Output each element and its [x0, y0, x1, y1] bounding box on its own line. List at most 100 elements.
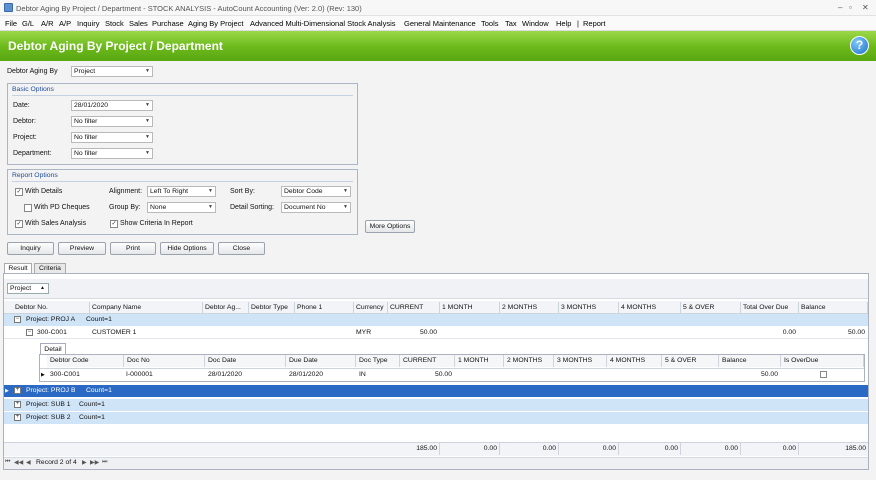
print-button[interactable]: Print	[110, 242, 156, 255]
col-4-months[interactable]: 4 MONTHS	[619, 302, 681, 313]
group-row-proj-b[interactable]: ▶ + Project: PROJ B Count=1	[4, 385, 868, 397]
detail-row[interactable]: ▶ 300-C001 I-000001 28/01/2020 28/01/202…	[40, 368, 864, 381]
detail-col-5-over[interactable]: 5 & OVER	[662, 355, 719, 367]
collapse-icon[interactable]: −	[14, 316, 21, 323]
expand-icon[interactable]: +	[14, 401, 21, 408]
collapse-icon[interactable]: −	[26, 329, 33, 336]
detail-col-2-months[interactable]: 2 MONTHS	[504, 355, 554, 367]
aging-by-value: Project	[74, 68, 96, 75]
detail-col-due-date[interactable]: Due Date	[286, 355, 356, 367]
menu-file[interactable]: File	[5, 19, 17, 28]
debtor-filter[interactable]: No filter ▼	[71, 116, 153, 127]
chevron-down-icon: ▼	[208, 204, 213, 210]
menu-gl[interactable]: G/L	[22, 19, 34, 28]
detail-col-current[interactable]: CURRENT	[400, 355, 455, 367]
col-total-over-due[interactable]: Total Over Due	[741, 302, 799, 313]
inquiry-button[interactable]: Inquiry	[7, 242, 54, 255]
group-row-sub-2[interactable]: + Project: SUB 2 Count=1	[4, 412, 868, 424]
menu-help[interactable]: Help	[556, 19, 571, 28]
group-by-chip[interactable]: Project ▲	[7, 283, 49, 294]
expand-icon[interactable]: +	[14, 414, 21, 421]
help-icon[interactable]: ?	[850, 36, 869, 55]
group-row-proj-a[interactable]: − Project: PROJ A Count=1	[4, 314, 868, 326]
prev-page-icon[interactable]: ◀◀	[14, 459, 23, 466]
table-row[interactable]: − 300-C001 CUSTOMER 1 MYR 50.00 0.00 50.…	[4, 327, 868, 339]
prev-record-icon[interactable]: ◀	[26, 459, 31, 466]
menu-ap[interactable]: A/P	[59, 19, 71, 28]
next-record-icon[interactable]: ▶	[82, 459, 87, 466]
col-current[interactable]: CURRENT	[388, 302, 440, 313]
detail-sorting-label: Detail Sorting:	[230, 204, 274, 211]
with-sales-analysis-checkbox[interactable]: ✓	[15, 220, 23, 228]
menu-window[interactable]: Window	[522, 19, 549, 28]
col-2-months[interactable]: 2 MONTHS	[500, 302, 559, 313]
hide-options-button[interactable]: Hide Options	[160, 242, 214, 255]
sort-by-select[interactable]: Debtor Code ▼	[281, 186, 351, 197]
minimize-icon[interactable]: –	[838, 3, 842, 12]
detail-col-doc-no[interactable]: Doc No	[124, 355, 205, 367]
col-balance[interactable]: Balance	[799, 302, 868, 313]
menu-inquiry[interactable]: Inquiry	[77, 19, 100, 28]
is-overdue-checkbox[interactable]	[820, 371, 827, 378]
show-criteria-checkbox[interactable]: ✓	[110, 220, 118, 228]
menu-purchase[interactable]: Purchase	[152, 19, 184, 28]
col-currency[interactable]: Currency	[354, 302, 388, 313]
aging-by-select[interactable]: Project ▼	[71, 66, 153, 77]
project-filter[interactable]: No filter ▼	[71, 132, 153, 143]
detail-doc-date-cell: 28/01/2020	[208, 371, 243, 378]
col-1-month[interactable]: 1 MONTH	[440, 302, 500, 313]
footer-4-months: 0.00	[619, 443, 681, 455]
debtor-no-cell: 300-C001	[37, 329, 67, 336]
col-5-over[interactable]: 5 & OVER	[681, 302, 741, 313]
group-by-select[interactable]: None ▼	[147, 202, 216, 213]
alignment-select[interactable]: Left To Right ▼	[147, 186, 216, 197]
with-details-checkbox[interactable]: ✓	[15, 188, 23, 196]
more-options-button[interactable]: More Options	[365, 220, 415, 233]
date-field[interactable]: 28/01/2020 ▼	[71, 100, 153, 111]
department-filter[interactable]: No filter ▼	[71, 148, 153, 159]
col-phone-1[interactable]: Phone 1	[295, 302, 354, 313]
chevron-down-icon: ▼	[145, 68, 150, 74]
alignment-label: Alignment:	[109, 188, 143, 195]
menu-ar[interactable]: A/R	[41, 19, 54, 28]
group-label: Project: PROJ A	[26, 316, 76, 323]
group-row-sub-1[interactable]: + Project: SUB 1 Count=1	[4, 399, 868, 411]
col-company-name[interactable]: Company Name	[90, 302, 203, 313]
menu-tools[interactable]: Tools	[481, 19, 499, 28]
expand-icon[interactable]: +	[14, 387, 21, 394]
detail-sorting-select[interactable]: Document No ▼	[281, 202, 351, 213]
first-record-icon[interactable]: ⏮	[5, 459, 10, 466]
detail-col-doc-date[interactable]: Doc Date	[205, 355, 286, 367]
close-icon[interactable]: ✕	[862, 3, 869, 12]
menu-stock[interactable]: Stock	[105, 19, 124, 28]
footer-current: 185.00	[388, 443, 440, 455]
current-cell: 50.00	[419, 329, 437, 336]
detail-col-balance[interactable]: Balance	[719, 355, 781, 367]
col-3-months[interactable]: 3 MONTHS	[559, 302, 619, 313]
menu-report[interactable]: Report	[583, 19, 606, 28]
chevron-down-icon: ▼	[145, 150, 150, 156]
col-debtor-no[interactable]: Debtor No.	[13, 302, 90, 313]
with-pd-cheques-checkbox[interactable]	[24, 204, 32, 212]
col-debtor-type[interactable]: Debtor Type	[249, 302, 295, 313]
last-record-icon[interactable]: ⏭	[102, 459, 107, 466]
date-value: 28/01/2020	[74, 102, 109, 109]
restore-icon[interactable]: ▫	[849, 3, 852, 12]
menu-aging-by-project[interactable]: Aging By Project	[188, 19, 243, 28]
detail-col-debtor-code[interactable]: Debtor Code	[47, 355, 124, 367]
preview-button[interactable]: Preview	[58, 242, 106, 255]
detail-col-3-months[interactable]: 3 MONTHS	[554, 355, 607, 367]
detail-col-doc-type[interactable]: Doc Type	[356, 355, 400, 367]
detail-col-4-months[interactable]: 4 MONTHS	[607, 355, 662, 367]
menu-advanced-analysis[interactable]: Advanced Multi-Dimensional Stock Analysi…	[250, 19, 395, 28]
detail-col-1-month[interactable]: 1 MONTH	[455, 355, 504, 367]
menu-sales[interactable]: Sales	[129, 19, 148, 28]
col-debtor-agent[interactable]: Debtor Ag...	[203, 302, 249, 313]
menu-tax[interactable]: Tax	[505, 19, 517, 28]
menu-general-maintenance[interactable]: General Maintenance	[404, 19, 476, 28]
detail-col-is-overdue[interactable]: Is OverDue	[781, 355, 864, 367]
close-button[interactable]: Close	[218, 242, 265, 255]
chevron-down-icon: ▼	[343, 204, 348, 210]
next-page-icon[interactable]: ▶▶	[90, 459, 99, 466]
group-label: Project: PROJ B	[26, 387, 76, 394]
